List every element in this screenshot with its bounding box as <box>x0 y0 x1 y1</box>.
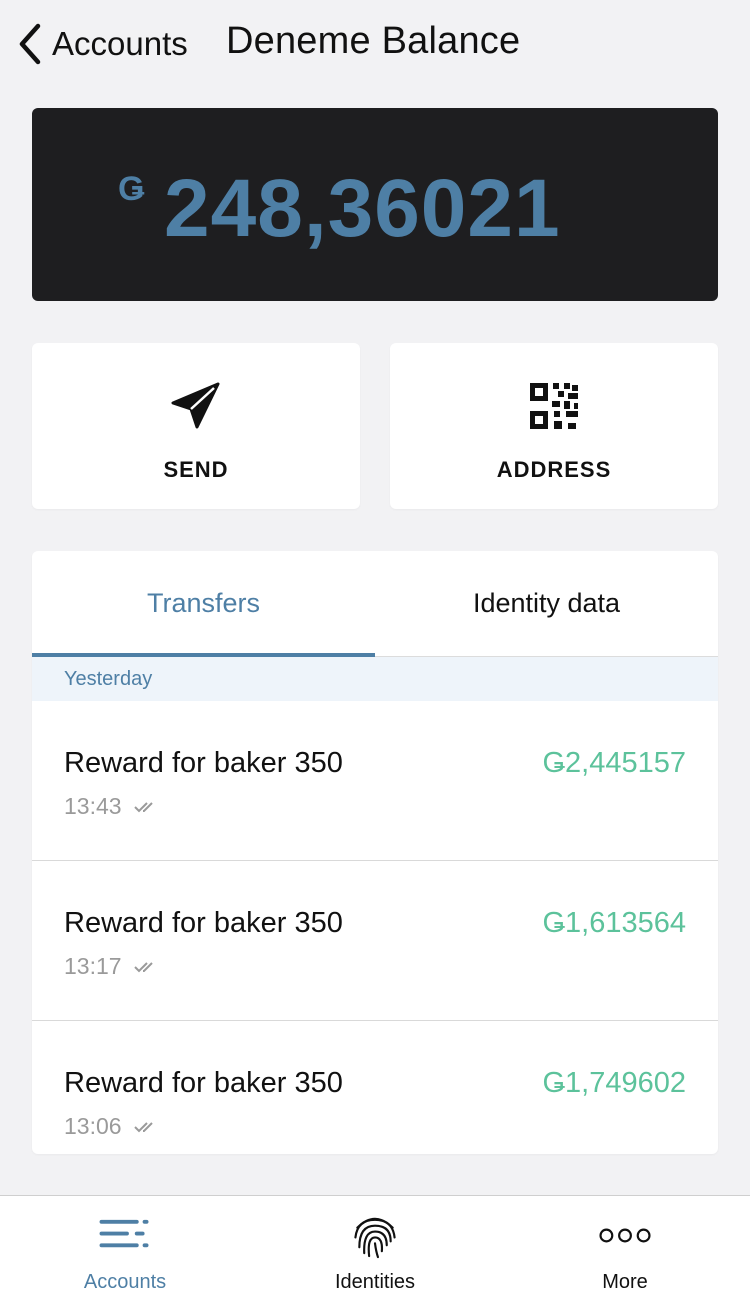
transfer-title: Reward for baker 350 <box>64 747 343 779</box>
balance-value: 248,36021 <box>164 163 561 254</box>
transfer-time-text: 13:17 <box>64 953 122 979</box>
transfer-amount: Ǥ1,613564 <box>542 907 686 939</box>
nav-identities[interactable]: Identities <box>250 1196 500 1294</box>
double-check-icon <box>133 961 153 972</box>
chevron-left-icon <box>19 23 41 65</box>
nav-more-label: More <box>602 1271 648 1293</box>
nav-accounts-label: Accounts <box>83 1271 167 1293</box>
nav-identities-label: Identities <box>334 1271 416 1293</box>
transfer-row[interactable]: Reward for baker 350 13:43 Ǥ2,445157 <box>32 701 718 861</box>
address-label: ADDRESS <box>496 457 612 482</box>
back-label: Accounts <box>52 25 188 62</box>
double-check-icon <box>133 801 153 812</box>
transfer-time-text: 13:43 <box>64 793 122 819</box>
transfer-title: Reward for baker 350 <box>64 907 343 939</box>
transfer-time: 13:43 <box>64 793 158 820</box>
transfer-title: Reward for baker 350 <box>64 1067 343 1099</box>
nav-more[interactable]: More <box>500 1196 750 1294</box>
address-button[interactable]: ADDRESS <box>390 343 718 509</box>
gtu-symbol: Ǥ <box>118 170 145 208</box>
more-dots-icon <box>599 1228 651 1243</box>
tab-transfers[interactable]: Transfers <box>32 551 375 656</box>
balance-card: Ǥ 248,36021 <box>32 108 718 301</box>
header: Accounts Deneme Balance <box>0 0 750 88</box>
accounts-list-icon <box>99 1219 149 1248</box>
transfer-time-text: 13:06 <box>64 1113 122 1139</box>
double-check-icon <box>133 1121 153 1132</box>
transfer-time: 13:06 <box>64 1113 158 1140</box>
bottom-nav: Accounts Identities More <box>0 1195 750 1294</box>
send-icon <box>171 382 220 429</box>
page-title: Deneme Balance <box>226 20 521 62</box>
transfer-row[interactable]: Reward for baker 350 13:06 Ǥ1,749602 <box>32 1021 718 1154</box>
send-button[interactable]: SEND <box>32 343 360 509</box>
transfer-time: 13:17 <box>64 953 158 980</box>
transfer-row[interactable]: Reward for baker 350 13:17 Ǥ1,613564 <box>32 861 718 1021</box>
tab-bar: Transfers Identity data <box>32 551 718 657</box>
transfer-amount: Ǥ1,749602 <box>542 1067 686 1099</box>
date-group-header: Yesterday <box>32 657 718 701</box>
tab-identity-data[interactable]: Identity data <box>375 551 718 656</box>
transfer-amount: Ǥ2,445157 <box>542 747 686 779</box>
send-label: SEND <box>163 457 229 482</box>
active-tab-indicator <box>32 653 375 657</box>
qr-code-icon <box>530 383 578 429</box>
fingerprint-icon <box>354 1217 396 1259</box>
nav-accounts[interactable]: Accounts <box>0 1196 250 1294</box>
transactions-panel: Transfers Identity data Yesterday Reward… <box>32 551 718 1154</box>
back-button[interactable]: Accounts <box>16 20 188 68</box>
